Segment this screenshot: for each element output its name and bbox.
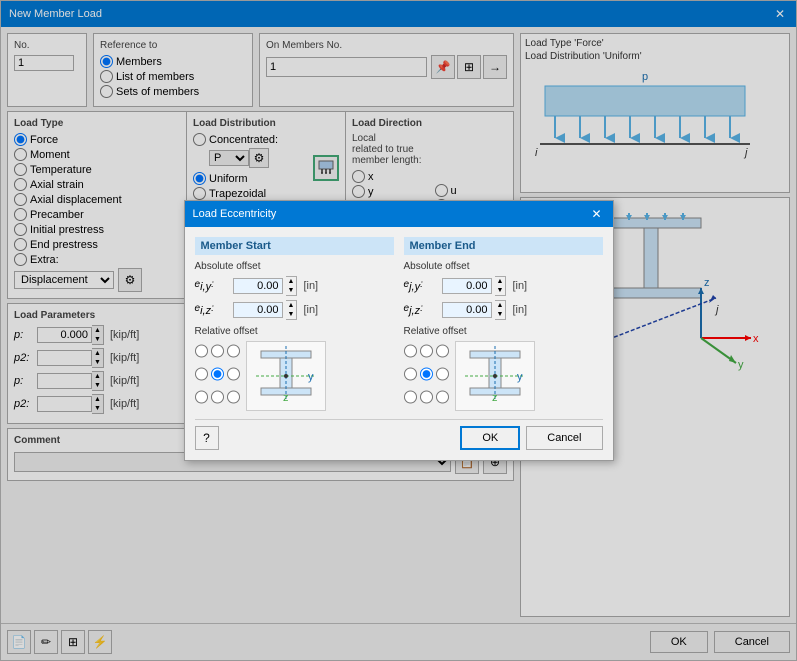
svg-text:z: z bbox=[492, 392, 498, 404]
modal-content: Member Start Absolute offset ei,y: ▲ ▼ bbox=[185, 227, 613, 460]
end-radio-area: y z bbox=[404, 341, 603, 411]
ejy-spinner-btns: ▲ ▼ bbox=[495, 276, 507, 296]
ejz-label: ej,z: bbox=[404, 303, 439, 317]
eiy-up[interactable]: ▲ bbox=[286, 277, 297, 286]
e-r9[interactable] bbox=[436, 387, 449, 407]
s-r3[interactable] bbox=[227, 341, 240, 361]
ejy-label: ej,y: bbox=[404, 279, 439, 293]
start-radio-grid bbox=[195, 341, 240, 407]
modal-cancel-button[interactable]: Cancel bbox=[526, 426, 602, 450]
member-start-col: Member Start Absolute offset ei,y: ▲ ▼ bbox=[195, 237, 394, 411]
ejy-spinner bbox=[442, 278, 492, 294]
modal-title-bar: Load Eccentricity ✕ bbox=[185, 201, 613, 227]
modal-help-btn[interactable]: ? bbox=[195, 426, 219, 450]
s-r9[interactable] bbox=[227, 387, 240, 407]
ejz-spinner-btns: ▲ ▼ bbox=[495, 300, 507, 320]
eiy-spinner-btns: ▲ ▼ bbox=[286, 276, 298, 296]
s-r4[interactable] bbox=[195, 364, 208, 384]
member-end-col: Member End Absolute offset ej,y: ▲ ▼ [ bbox=[404, 237, 603, 411]
end-cross-diagram: y z bbox=[455, 341, 535, 411]
member-end-header: Member End bbox=[404, 237, 603, 255]
modal-bottom-row: ? OK Cancel bbox=[195, 419, 603, 450]
svg-text:y: y bbox=[308, 371, 314, 383]
eiy-row: ei,y: ▲ ▼ [in] bbox=[195, 276, 394, 296]
eiz-label: ei,z: bbox=[195, 303, 230, 317]
s-r8[interactable] bbox=[211, 387, 224, 407]
eiy-label: ei,y: bbox=[195, 279, 230, 293]
modal-title: Load Eccentricity bbox=[193, 208, 277, 220]
s-r6[interactable] bbox=[227, 364, 240, 384]
ejz-unit: [in] bbox=[512, 304, 527, 316]
e-r4[interactable] bbox=[404, 364, 417, 384]
main-dialog: New Member Load ✕ No. Reference to Membe… bbox=[0, 0, 797, 661]
modal-overlay: Load Eccentricity ✕ Member Start Absolut… bbox=[1, 1, 796, 660]
e-r3[interactable] bbox=[436, 341, 449, 361]
e-r1[interactable] bbox=[404, 341, 417, 361]
e-r8[interactable] bbox=[420, 387, 433, 407]
e-r7[interactable] bbox=[404, 387, 417, 407]
rel-offset-end-label: Relative offset bbox=[404, 326, 603, 337]
e-r2[interactable] bbox=[420, 341, 433, 361]
start-cross-svg: y z bbox=[251, 346, 321, 406]
eiz-input[interactable] bbox=[233, 302, 283, 318]
modal-dialog: Load Eccentricity ✕ Member Start Absolut… bbox=[184, 200, 614, 461]
ejz-row: ej,z: ▲ ▼ [in] bbox=[404, 300, 603, 320]
ejy-input[interactable] bbox=[442, 278, 492, 294]
ejy-up[interactable]: ▲ bbox=[495, 277, 506, 286]
e-r5[interactable] bbox=[420, 364, 433, 384]
eiz-spinner bbox=[233, 302, 283, 318]
modal-buttons: OK Cancel bbox=[460, 426, 602, 450]
ejy-unit: [in] bbox=[512, 280, 527, 292]
end-radio-grid bbox=[404, 341, 449, 407]
s-r1[interactable] bbox=[195, 341, 208, 361]
ejz-input[interactable] bbox=[442, 302, 492, 318]
eiy-down[interactable]: ▼ bbox=[286, 286, 297, 295]
eiz-down[interactable]: ▼ bbox=[286, 310, 297, 319]
eiy-spinner bbox=[233, 278, 283, 294]
s-r5[interactable] bbox=[211, 364, 224, 384]
svg-text:y: y bbox=[517, 371, 523, 383]
eiz-row: ei,z: ▲ ▼ [in] bbox=[195, 300, 394, 320]
ejy-row: ej,y: ▲ ▼ [in] bbox=[404, 276, 603, 296]
ejz-up[interactable]: ▲ bbox=[495, 301, 506, 310]
rel-offset-start-label: Relative offset bbox=[195, 326, 394, 337]
end-cross-svg: y z bbox=[460, 346, 530, 406]
start-cross-diagram: y z bbox=[246, 341, 326, 411]
modal-ok-button[interactable]: OK bbox=[460, 426, 520, 450]
modal-two-cols: Member Start Absolute offset ei,y: ▲ ▼ bbox=[195, 237, 603, 411]
member-start-header: Member Start bbox=[195, 237, 394, 255]
start-radio-area: y z bbox=[195, 341, 394, 411]
svg-text:z: z bbox=[283, 392, 289, 404]
ejz-down[interactable]: ▼ bbox=[495, 310, 506, 319]
abs-offset-start-label: Absolute offset bbox=[195, 261, 394, 272]
eiy-input[interactable] bbox=[233, 278, 283, 294]
ejz-spinner bbox=[442, 302, 492, 318]
abs-offset-end-label: Absolute offset bbox=[404, 261, 603, 272]
eiz-spinner-btns: ▲ ▼ bbox=[286, 300, 298, 320]
eiy-unit: [in] bbox=[303, 280, 318, 292]
eiz-up[interactable]: ▲ bbox=[286, 301, 297, 310]
ejy-down[interactable]: ▼ bbox=[495, 286, 506, 295]
modal-close-button[interactable]: ✕ bbox=[589, 206, 605, 222]
eiz-unit: [in] bbox=[303, 304, 318, 316]
s-r2[interactable] bbox=[211, 341, 224, 361]
s-r7[interactable] bbox=[195, 387, 208, 407]
e-r6[interactable] bbox=[436, 364, 449, 384]
